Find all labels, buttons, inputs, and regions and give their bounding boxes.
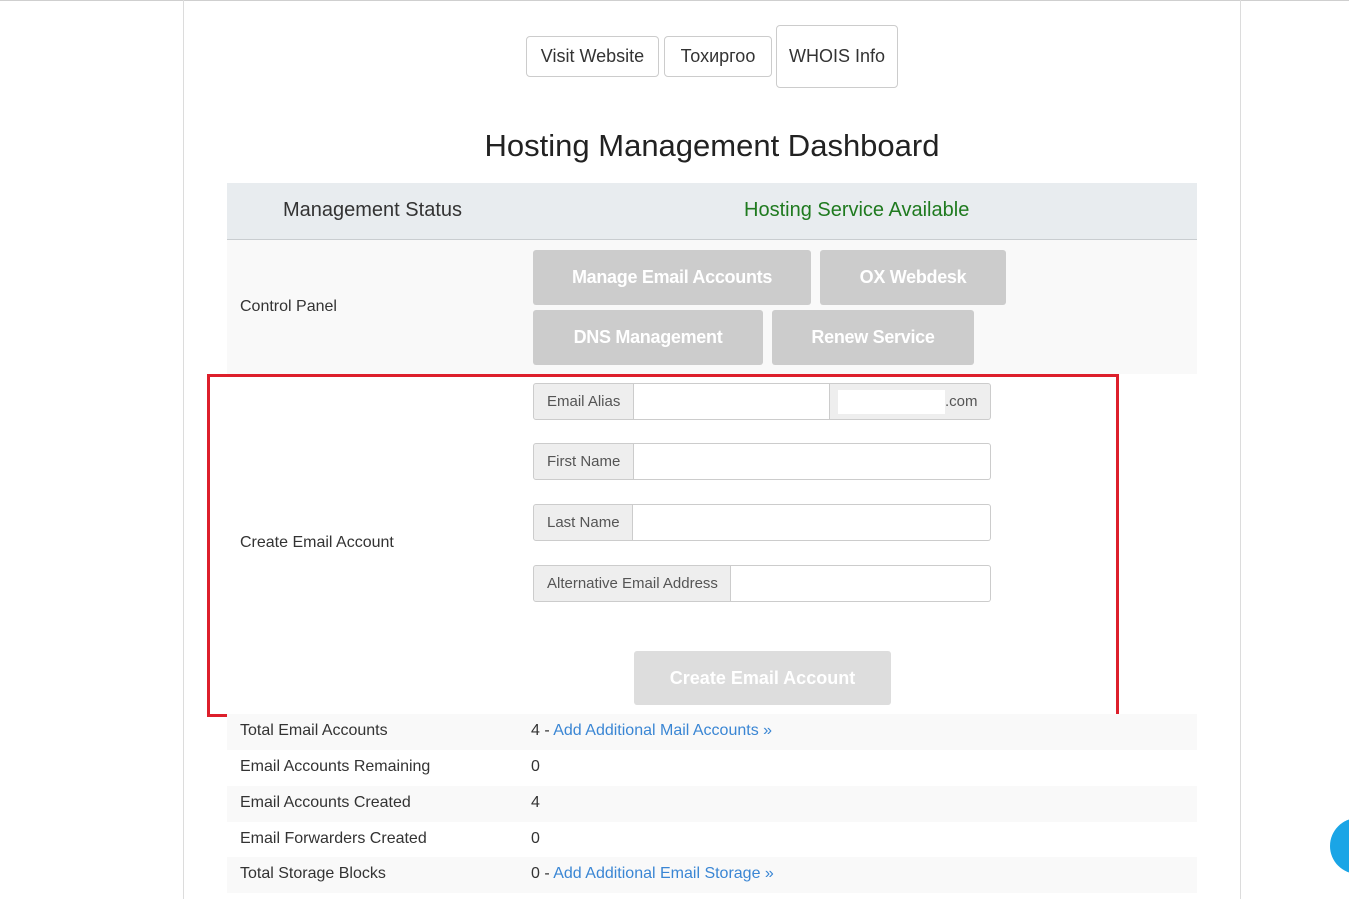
email-accounts-created-value: 4 [531,794,540,811]
ox-webdesk-button[interactable]: OX Webdesk [820,250,1006,305]
management-status-label: Management Status [283,199,462,221]
manage-email-accounts-button[interactable]: Manage Email Accounts [533,250,811,305]
control-panel-label: Control Panel [240,298,337,315]
email-forwarders-created-label: Email Forwarders Created [240,830,427,847]
total-storage-blocks-label: Total Storage Blocks [240,865,386,882]
dns-management-button[interactable]: DNS Management [533,310,763,365]
total-email-accounts-label: Total Email Accounts [240,722,388,739]
hosting-status-value: Hosting Service Available [744,199,970,221]
settings-button[interactable]: Тохиргоо [664,36,772,77]
management-status-row: Management Status Hosting Service Availa… [227,183,1197,240]
whois-info-button[interactable]: WHOIS Info [776,25,898,88]
add-mail-accounts-link[interactable]: Add Additional Mail Accounts » [553,722,772,739]
email-accounts-remaining-row: Email Accounts Remaining 0 [227,750,1197,786]
total-email-accounts-value: 4 - Add Additional Mail Accounts » [531,722,772,740]
email-forwarders-created-value: 0 [531,830,540,847]
email-accounts-remaining-label: Email Accounts Remaining [240,758,431,775]
total-email-accounts-count: 4 - [531,722,554,739]
chat-widget-icon[interactable] [1330,818,1349,874]
email-accounts-created-row: Email Accounts Created 4 [227,786,1197,822]
visit-website-button[interactable]: Visit Website [526,36,659,77]
page-title: Hosting Management Dashboard [484,128,940,163]
renew-service-button[interactable]: Renew Service [772,310,974,365]
email-forwarders-created-row: Email Forwarders Created 0 [227,822,1197,858]
email-accounts-created-label: Email Accounts Created [240,794,411,811]
total-email-accounts-row: Total Email Accounts 4 - Add Additional … [227,714,1197,750]
total-storage-blocks-count: 0 - [531,865,554,882]
email-accounts-remaining-value: 0 [531,758,540,775]
highlight-annotation-box [207,374,1119,717]
add-email-storage-link[interactable]: Add Additional Email Storage » [553,865,774,882]
total-storage-blocks-value: 0 - Add Additional Email Storage » [531,865,774,883]
total-storage-blocks-row: Total Storage Blocks 0 - Add Additional … [227,857,1197,893]
